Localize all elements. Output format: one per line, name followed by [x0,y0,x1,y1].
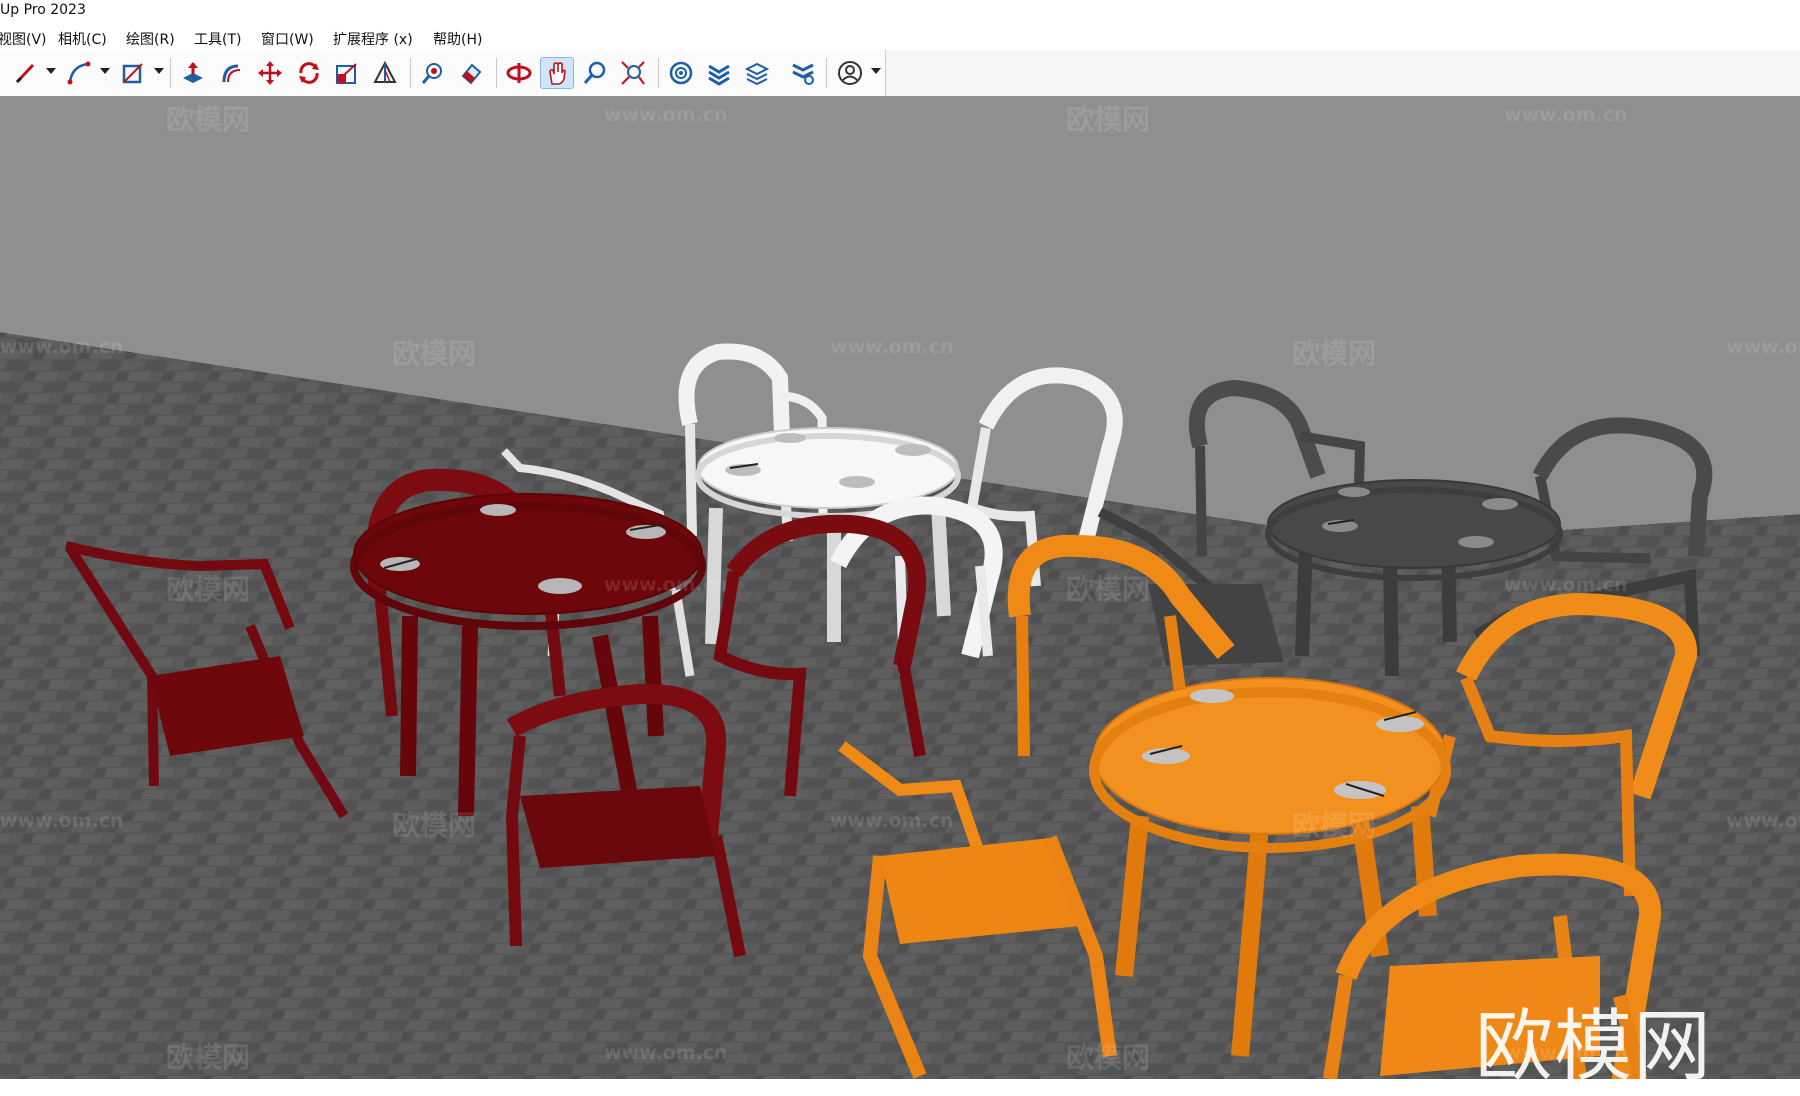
title-bar: Up Pro 2023 [0,0,1800,22]
rectangle-dropdown-caret[interactable] [154,68,164,74]
components-icon [744,62,770,86]
watermark-url: www.om.cn [1726,810,1800,832]
follow-me-icon [222,64,241,83]
components-button[interactable] [740,57,774,89]
menu-bar: 视图(V) 相机(C) 绘图(R) 工具(T) 窗口(W) 扩展程序 (x) 帮… [0,24,1800,50]
brand-watermark: 欧模网 [1475,1002,1713,1092]
watermark-url: www.om.cn [830,336,954,358]
toolbar-separator [410,58,411,88]
rotate-tool-button[interactable] [292,57,326,89]
pan-tool-button[interactable] [540,57,574,89]
watermark: 欧模网 [1066,103,1151,136]
watermark-url: www.om.cn [830,810,954,832]
watermark-url: www.om.cn [1504,574,1628,596]
watermark: 欧模网 [392,337,477,370]
watermark-url: www.om.cn [604,104,728,126]
move-tool-button[interactable] [253,57,287,89]
arc-tool-button[interactable] [62,57,96,89]
rotate-icon [299,62,319,84]
pencil-tool-button[interactable] [9,57,43,89]
watermark: 欧模网 [1066,573,1151,606]
push-pull-icon [183,62,203,83]
toolbar [0,50,1800,97]
account-icon [838,61,862,85]
orbit-tool-button[interactable] [502,57,536,89]
menu-draw[interactable]: 绘图(R) [126,29,175,49]
zoom-extents-tool-button[interactable] [616,57,650,89]
menu-view[interactable]: 视图(V) [0,29,47,49]
zoom-icon [583,61,606,84]
toolbar-separator [658,58,659,88]
zoom-extents-icon [621,61,645,85]
styles-button[interactable] [786,57,820,89]
menu-tools[interactable]: 工具(T) [194,29,241,49]
watermark: 欧模网 [166,573,251,606]
app-title: Up Pro 2023 [0,2,86,18]
watermark: 欧模网 [1292,337,1377,370]
rectangle-icon [122,63,143,84]
paint-bucket-tool-button[interactable] [416,57,450,89]
layers-icon [708,64,730,86]
menu-window[interactable]: 窗口(W) [261,29,314,49]
menu-help[interactable]: 帮助(H) [433,29,482,49]
watermark-url: www.om.cn [0,810,124,832]
model-viewport[interactable]: 欧模网 www.om.cn 欧模网 www.om.cn www.om.cn 欧模… [0,96,1800,1096]
account-button[interactable] [833,57,867,89]
watermark-url: www.om.cn [0,336,124,358]
pencil-icon [15,63,35,84]
watermark: 欧模网 [166,1041,251,1074]
follow-me-tool-button[interactable] [214,57,248,89]
toolbar-panel [0,50,886,96]
watermark: 欧模网 [1292,809,1377,842]
tape-measure-icon [373,60,397,83]
watermark-url: www.om.cn [604,574,728,596]
scale-tool-button[interactable] [330,57,364,89]
eraser-tool-button[interactable] [454,57,488,89]
push-pull-tool-button[interactable] [176,57,210,89]
rectangle-tool-button[interactable] [116,57,150,89]
layers-button[interactable] [702,57,736,89]
paint-bucket-icon [421,63,442,84]
watermark-url: www.om.cn [604,1042,728,1064]
menu-extensions[interactable]: 扩展程序 (x) [333,29,413,49]
orbit-icon [506,63,532,83]
zoom-tool-button[interactable] [578,57,612,89]
arc-icon [67,61,91,85]
toolbar-separator [170,58,171,88]
toolbar-separator [826,58,827,88]
watermark-url: www.om.cn [1726,336,1800,358]
scale-icon [336,63,357,84]
pan-icon [549,62,566,85]
arc-dropdown-caret[interactable] [100,68,110,74]
watermark: 欧模网 [392,809,477,842]
model-info-button[interactable] [664,57,698,89]
move-icon [258,61,282,85]
menu-camera[interactable]: 相机(C) [58,29,107,49]
toolbar-separator [496,58,497,88]
eraser-icon [461,63,482,85]
styles-icon [792,63,814,85]
watermark: 欧模网 [166,103,251,136]
model-info-icon [669,61,693,85]
watermark-url: www.om.cn [1504,104,1628,126]
tape-measure-tool-button[interactable] [368,57,402,89]
account-dropdown-caret[interactable] [871,68,881,74]
pencil-dropdown-caret[interactable] [46,68,56,74]
watermark: 欧模网 [1066,1041,1151,1074]
